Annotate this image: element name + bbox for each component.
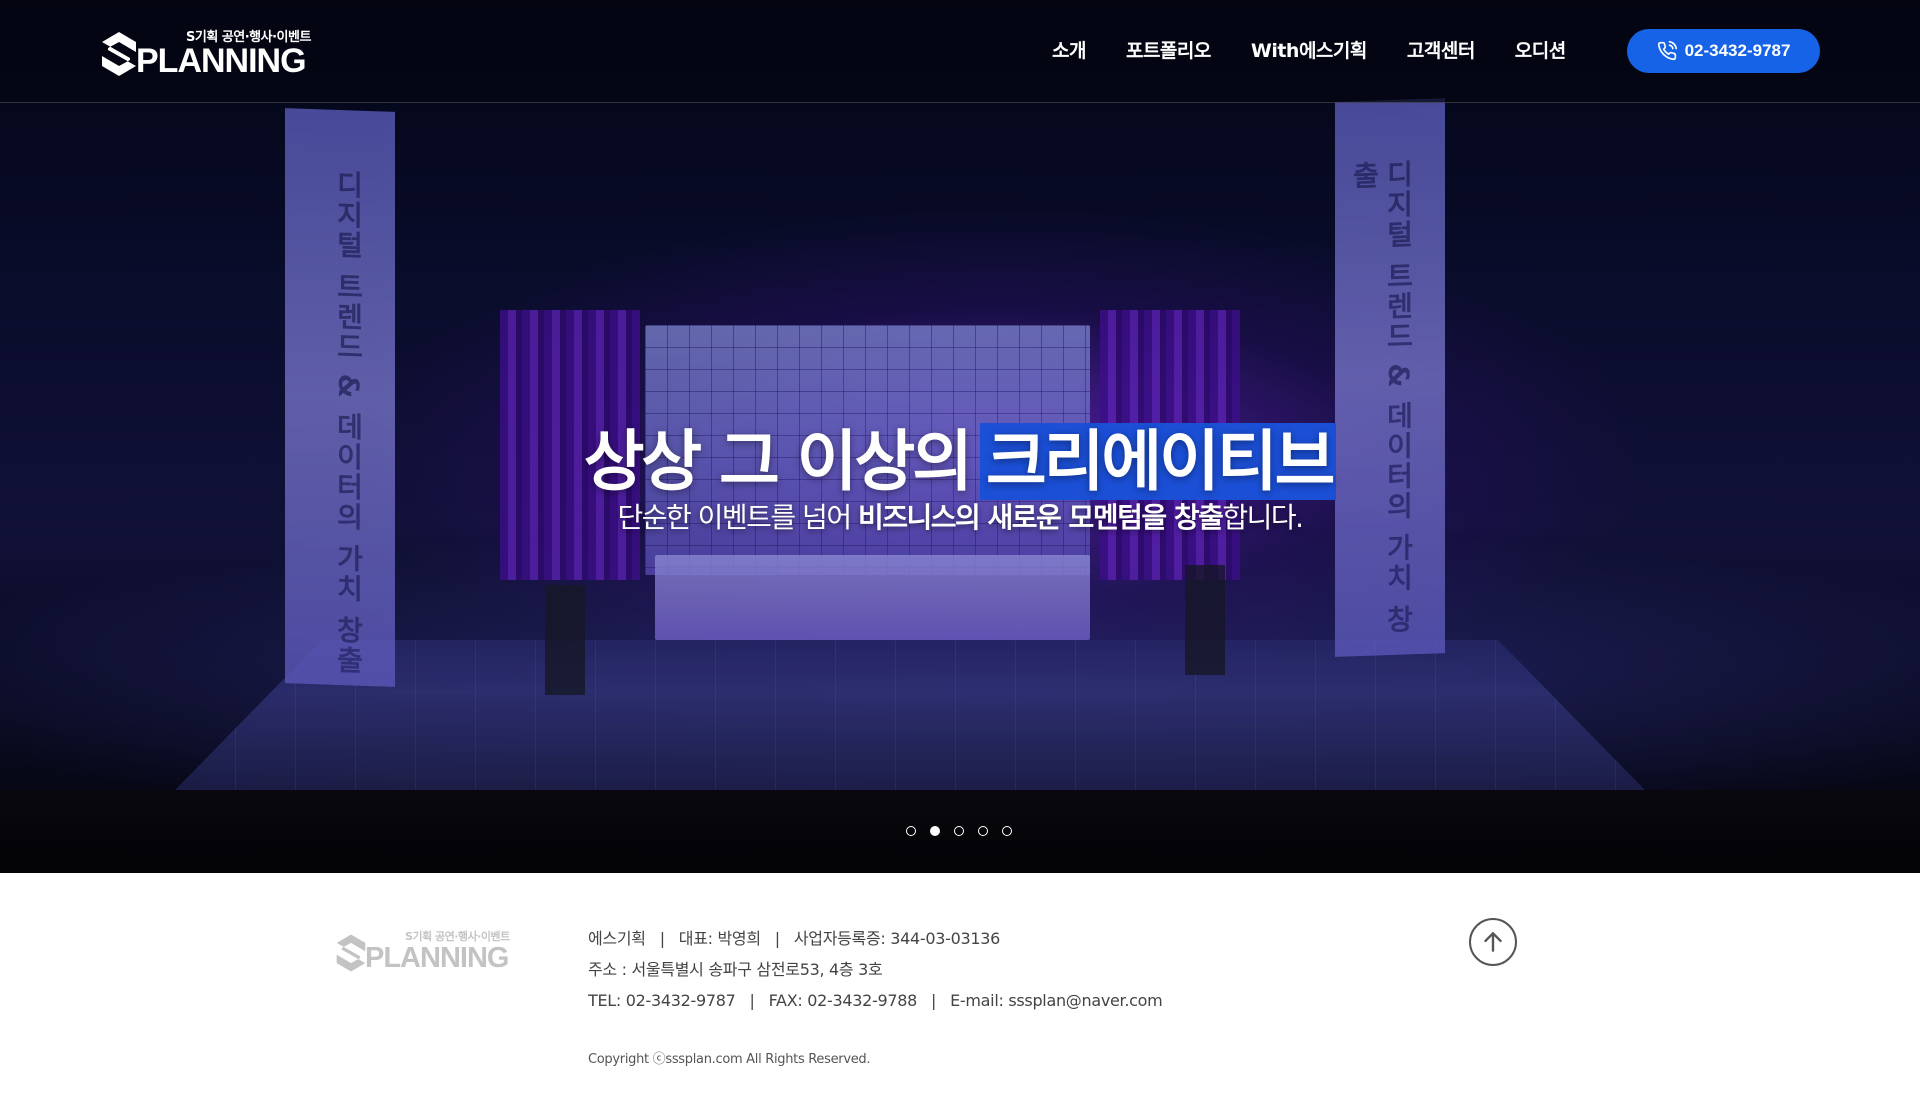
- hero-sub-bold: 비즈니스의 새로운 모멘텀을 창출: [857, 501, 1224, 534]
- footer-line-company: 에스기획 | 대표: 박영희 | 사업자등록증: 344-03-03136: [588, 929, 1001, 948]
- hero-title-text: 상상 그 이상의: [583, 423, 973, 500]
- nav-item-audition[interactable]: 오디션: [1515, 36, 1566, 63]
- slide-dot-1[interactable]: [906, 826, 916, 836]
- footer-address: 주소 : 서울특별시 송파구 삼전로53, 4층 3호: [588, 960, 883, 979]
- footer-logo-mark-icon: [336, 934, 366, 972]
- hero-title-highlight: 크리에이티브: [979, 423, 1337, 500]
- nav-item-support[interactable]: 고객센터: [1407, 36, 1475, 63]
- site-header: S기획 공연·행사·이벤트 PLANNING 소개 포트폴리오 With에스기획…: [0, 0, 1920, 103]
- footer-ceo: 대표: 박영희: [678, 929, 761, 948]
- phone-call-button[interactable]: 02-3432-9787: [1627, 29, 1820, 73]
- hero-title: 상상 그 이상의 크리에이티브: [0, 408, 1920, 504]
- logo-wordmark: PLANNING: [136, 42, 307, 80]
- footer-line-contact: TEL: 02-3432-9787 | FAX: 02-3432-9788 | E-ma…: [588, 991, 1163, 1010]
- footer-copyright: Copyright ⓒsssplan.com All Rights Reserv…: [588, 1052, 871, 1067]
- scroll-top-button[interactable]: [1469, 918, 1517, 966]
- site-footer: S기획 공연·행사·이벤트 PLANNING 에스기획 | 대표: 박영희 | 사업자등…: [0, 873, 1920, 1117]
- nav-item-portfolio[interactable]: 포트폴리오: [1126, 36, 1211, 63]
- slider-pagination: [906, 826, 1012, 836]
- footer-company: 에스기획: [588, 929, 646, 948]
- hero-sub-post: 합니다.: [1222, 501, 1304, 534]
- phone-number: 02-3432-9787: [1684, 41, 1791, 60]
- site-logo[interactable]: S기획 공연·행사·이벤트 PLANNING: [100, 26, 325, 82]
- footer-fax: FAX: 02-3432-9788: [768, 991, 918, 1010]
- hero-sub-pre: 단순한 이벤트를 넘어: [617, 501, 858, 534]
- slide-dot-4[interactable]: [978, 826, 988, 836]
- footer-tel: TEL: 02-3432-9787: [588, 991, 736, 1010]
- slide-dot-3[interactable]: [954, 826, 964, 836]
- footer-logo: S기획 공연·행사·이벤트 PLANNING: [335, 928, 525, 978]
- footer-logo-wordmark: PLANNING: [365, 942, 509, 974]
- arrow-up-circle-icon: [1484, 932, 1502, 952]
- footer-line-address: 주소 : 서울특별시 송파구 삼전로53, 4층 3호: [588, 954, 1162, 985]
- slide-dot-2[interactable]: [930, 826, 940, 836]
- hero-slider: 디지털 트렌드 & 데이터의 가치 창출 디지털 트렌드 & 데이터의 가치 창…: [0, 0, 1920, 873]
- phone-icon: [1657, 41, 1677, 61]
- footer-info: 에스기획 | 대표: 박영희 | 사업자등록증: 344-03-03136 주소 : 서…: [588, 923, 1163, 1016]
- footer-biz-no: 사업자등록증: 344-03-03136: [793, 929, 1001, 948]
- slide-dot-5[interactable]: [1002, 826, 1012, 836]
- hero-subtitle: 단순한 이벤트를 넘어 비즈니스의 새로운 모멘텀을 창출합니다.: [0, 496, 1920, 536]
- nav-item-about[interactable]: 소개: [1052, 36, 1086, 63]
- main-nav: 소개 포트폴리오 With에스기획 고객센터 오디션: [1052, 36, 1606, 63]
- footer-email[interactable]: E-mail: sssplan@naver.com: [950, 991, 1163, 1010]
- logo-mark-icon: [102, 32, 136, 76]
- nav-item-with[interactable]: With에스기획: [1251, 36, 1368, 63]
